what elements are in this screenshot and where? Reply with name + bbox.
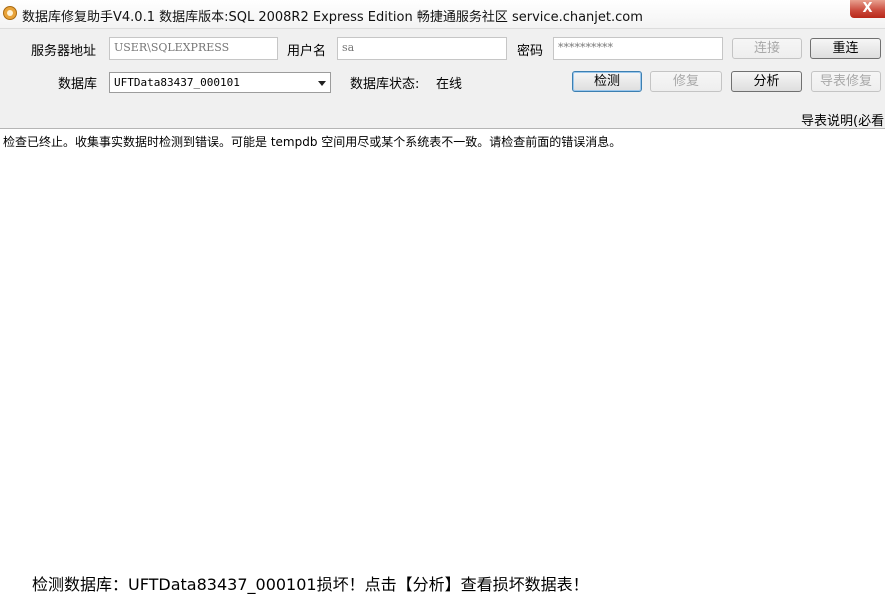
log-output[interactable]: 检查已终止。收集事实数据时检测到错误。可能是 tempdb 空间用尽或某个系统表… (0, 128, 885, 599)
reconnect-button[interactable]: 重连 (810, 38, 881, 59)
db-status-label: 数据库状态: (350, 77, 420, 92)
connect-button[interactable]: 连接 (732, 38, 802, 59)
log-line: 检查已终止。收集事实数据时检测到错误。可能是 tempdb 空间用尽或某个系统表… (3, 135, 622, 149)
server-input[interactable]: USER\SQLEXPRESS (109, 37, 278, 60)
database-select-value: UFTData83437_000101 (114, 76, 240, 89)
close-button[interactable]: X (850, 0, 885, 18)
chevron-down-icon[interactable] (318, 81, 326, 86)
database-label: 数据库 (58, 77, 98, 92)
username-label: 用户名 (287, 44, 327, 59)
password-input[interactable]: ********** (553, 37, 723, 60)
analyze-button[interactable]: 分析 (731, 71, 802, 92)
app-icon (3, 6, 17, 20)
server-label: 服务器地址 (31, 44, 97, 59)
password-label: 密码 (517, 44, 544, 59)
db-status-value: 在线 (436, 77, 463, 92)
database-select[interactable]: UFTData83437_000101 (109, 72, 331, 93)
window-title: 数据库修复助手V4.0.1 数据库版本:SQL 2008R2 Express E… (22, 10, 643, 25)
export-repair-button[interactable]: 导表修复 (811, 71, 881, 92)
username-input[interactable]: sa (337, 37, 507, 60)
repair-button[interactable]: 修复 (650, 71, 722, 92)
check-button[interactable]: 检测 (572, 71, 642, 92)
title-bar: 数据库修复助手V4.0.1 数据库版本:SQL 2008R2 Express E… (0, 0, 885, 29)
status-message: 检测数据库：UFTData83437_000101损坏！点击【分析】查看损坏数据… (32, 575, 589, 594)
help-link[interactable]: 导表说明(必看 (801, 110, 884, 129)
